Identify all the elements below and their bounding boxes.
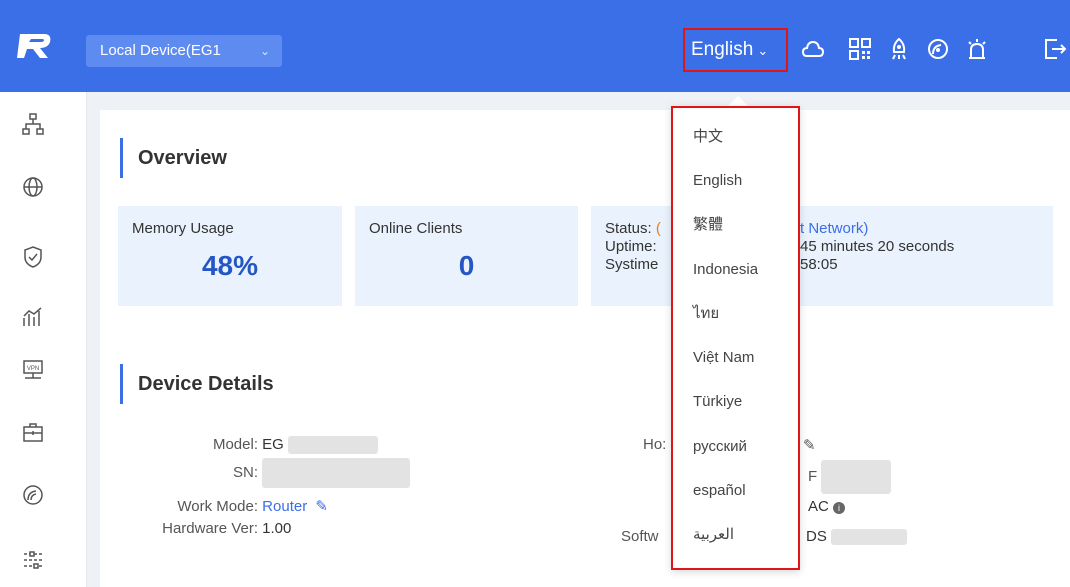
redacted-value — [262, 458, 411, 488]
status-card: Status: ( Uptime: Systime t Network) 45 … — [591, 206, 1053, 306]
language-dropdown-menu: 中文 English 繁體 Indonesia ไทย Việt Nam Tür… — [671, 106, 800, 570]
shield-icon[interactable] — [21, 245, 45, 269]
language-option-arabic[interactable]: العربية — [693, 523, 734, 547]
redacted-value — [821, 460, 892, 494]
redacted-value — [288, 436, 379, 455]
language-option-russian[interactable]: русский — [693, 435, 747, 459]
network-topology-icon[interactable] — [21, 112, 45, 136]
chevron-down-icon: ⌄ — [757, 43, 769, 58]
status-value: ( — [655, 220, 661, 237]
redacted-value — [831, 529, 908, 546]
globe-icon[interactable] — [21, 175, 45, 199]
hardware-version-row: Hardware Ver: 1.00 — [131, 520, 291, 537]
toolbox-icon[interactable] — [21, 420, 45, 444]
language-option-english[interactable]: English — [693, 169, 742, 193]
edit-pencil-icon[interactable]: ✎ — [803, 436, 816, 454]
software-version-row: DS — [806, 528, 908, 546]
memory-usage-card: Memory Usage 48% — [118, 206, 342, 306]
systime-label: Systime — [605, 256, 659, 273]
sn-row: SN: — [160, 458, 411, 488]
language-selector-label: English — [691, 39, 754, 60]
vpn-icon[interactable]: VPN — [21, 358, 45, 382]
hardware-version-value: 1.00 — [262, 520, 292, 537]
rocket-icon[interactable] — [886, 36, 912, 62]
language-option-chinese[interactable]: 中文 — [693, 125, 723, 149]
wireless-icon[interactable] — [21, 483, 45, 507]
cloud-icon[interactable] — [800, 36, 826, 62]
uptime-label: Uptime: — [605, 238, 657, 255]
work-mode-value[interactable]: Router — [262, 498, 307, 515]
work-mode-row: Work Mode: Router ✎ — [131, 497, 328, 515]
svg-text:VPN: VPN — [27, 366, 39, 372]
right-line3-value: AC — [808, 498, 829, 515]
memory-usage-label: Memory Usage — [132, 220, 234, 237]
model-value: EG — [262, 436, 284, 453]
language-option-turkish[interactable]: Türkiye — [693, 390, 742, 414]
memory-usage-value: 48% — [201, 250, 259, 281]
qr-code-icon[interactable] — [847, 36, 873, 62]
language-option-indonesia[interactable]: Indonesia — [693, 258, 758, 282]
online-clients-card[interactable]: Online Clients 0 — [355, 206, 578, 306]
logout-icon[interactable] — [1042, 36, 1068, 62]
model-row: Model: EG — [160, 436, 379, 455]
ruijie-logo[interactable] — [14, 30, 54, 62]
status-network-text[interactable]: t Network) — [800, 220, 868, 238]
edit-pencil-icon[interactable]: ✎ — [315, 498, 328, 515]
hardware-version-label: Hardware Ver: — [162, 520, 258, 537]
language-option-spanish[interactable]: español — [693, 479, 746, 503]
sn-label: SN: — [232, 463, 258, 481]
software-version-label: Softw — [621, 528, 659, 545]
language-option-thai[interactable]: ไทย — [693, 302, 719, 326]
settings-sliders-icon[interactable] — [21, 548, 45, 572]
language-option-traditional-chinese[interactable]: 繁體 — [693, 213, 723, 237]
overview-title: Overview — [120, 138, 227, 178]
online-clients-value: 0 — [458, 250, 475, 281]
dropdown-arrow — [728, 96, 748, 106]
systime-value: 58:05 — [800, 256, 838, 273]
device-selector[interactable]: Local Device(EG1 ⌄ — [86, 35, 282, 67]
chevron-down-icon: ⌄ — [259, 44, 270, 58]
language-selector[interactable]: English ⌄ — [683, 28, 788, 72]
device-details-title: Device Details — [120, 364, 274, 404]
work-mode-label: Work Mode: — [177, 498, 258, 515]
device-selector-label: Local Device(EG1 — [100, 42, 221, 59]
chart-icon[interactable] — [21, 305, 45, 329]
status-label: Status: — [605, 220, 652, 237]
status-lines: Status: ( Uptime: Systime — [605, 220, 661, 274]
info-icon[interactable]: i — [833, 502, 846, 514]
software-version-value: DS — [806, 528, 827, 545]
uptime-value: 45 minutes 20 seconds — [800, 238, 955, 255]
hostname-label: Ho: — [643, 436, 667, 453]
top-navigation-bar: Local Device(EG1 ⌄ English ⌄ — [0, 0, 1070, 92]
online-clients-label: Online Clients — [369, 220, 463, 237]
right-line2-value: F — [808, 467, 818, 485]
right-line3: AC i — [808, 498, 846, 515]
main-panel: Overview Memory Usage 48% Online Clients… — [100, 110, 1070, 587]
language-option-vietnamese[interactable]: Việt Nam — [693, 346, 754, 370]
alarm-icon[interactable] — [964, 36, 990, 62]
wireless-icon[interactable] — [925, 36, 951, 62]
model-label: Model: — [212, 436, 258, 453]
right-line2: F — [808, 460, 892, 494]
sidebar: VPN — [0, 92, 87, 587]
